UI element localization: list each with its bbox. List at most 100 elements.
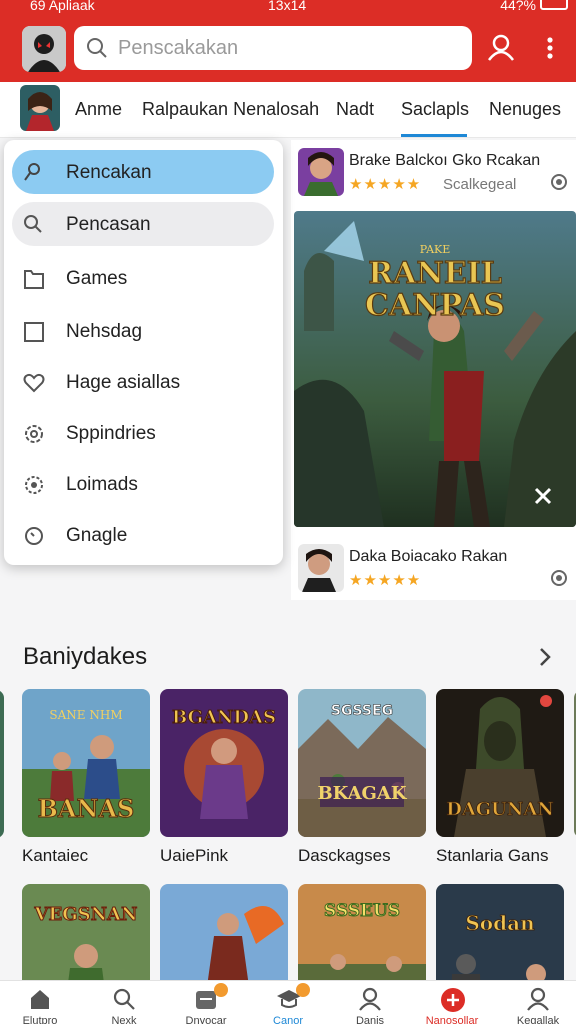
square-icon [24, 322, 44, 342]
game-tile-label: Stanlaria Gans [436, 846, 549, 865]
game-thumbnail [298, 544, 344, 592]
nav-label: Nexk [111, 1015, 137, 1024]
tab-nenuges[interactable]: Nenuges [489, 99, 561, 120]
tab-ralpaukan[interactable]: Ralpaukan Nenalosah [142, 99, 319, 120]
nav-item-elutpro[interactable]: Elutpro [4, 981, 76, 1024]
home-icon [31, 990, 49, 1009]
svg-text:Sodan: Sodan [465, 911, 535, 935]
menu-item-label: Rencakan [66, 162, 152, 183]
nav-item-kegallak[interactable]: Kegallak [502, 981, 574, 1024]
dropdown-menu: Rencakan Pencasan Games Nehsdag Hage asi… [4, 140, 283, 565]
section-title: Baniydakes [23, 643, 148, 670]
tab-thumbnail[interactable] [20, 85, 60, 131]
featured-top-row[interactable]: Brake Balckoı Gko Rcakan ★★★★★ Scalkegea… [291, 140, 576, 200]
menu-item-pencasan[interactable]: Pencasan [4, 202, 283, 246]
menu-item-label: Games [66, 268, 128, 289]
more-vertical-icon[interactable] [544, 36, 556, 62]
game-tile-partial[interactable] [0, 690, 4, 838]
game-tile[interactable]: SANE NHM BANAS [22, 689, 150, 837]
nav-item-nexk[interactable]: Nexk [88, 981, 160, 1024]
search-icon [113, 988, 135, 1010]
game-tile-label: UaiePink [160, 846, 229, 865]
game-tile-label: Dasckagses [298, 846, 391, 865]
tab-anme[interactable]: Anme [75, 99, 122, 120]
tab-nadt[interactable]: Nadt [336, 99, 374, 120]
svg-text:BANAS: BANAS [38, 794, 135, 823]
profile-icon [527, 987, 549, 1011]
menu-item-label: Gnagle [66, 525, 128, 546]
folder-icon [24, 270, 44, 289]
svg-text:SANE NHM: SANE NHM [49, 708, 122, 722]
nav-label: Elutpro [22, 1015, 58, 1024]
nav-item-canor[interactable]: Canor [252, 981, 324, 1024]
status-bar: 69 Apliaak 13x14 44?% [0, 0, 576, 16]
menu-item-loimads[interactable]: Loimads [4, 462, 283, 506]
nav-label: Kegallak [516, 1015, 560, 1024]
app-header: 69 Apliaak 13x14 44?% Penscakakan [0, 0, 576, 82]
nav-item-nanosollar[interactable]: Nanosollar [416, 981, 488, 1024]
rating-stars: ★★★★★ [349, 572, 422, 589]
plus-circle-icon [441, 988, 465, 1012]
app-screen: 69 Apliaak 13x14 44?% Penscakakan Anme R… [0, 0, 576, 1024]
gear-icon [25, 425, 43, 443]
nav-label: Danis [355, 1015, 385, 1024]
svg-text:SGSSEG: SGSSEG [331, 703, 393, 719]
clock-icon [25, 527, 43, 545]
game-tile[interactable]: DAGUNAN [436, 689, 564, 837]
svg-text:VEGSNAN: VEGSNAN [34, 904, 138, 925]
chevron-right-icon[interactable] [538, 647, 552, 667]
account-icon[interactable] [487, 34, 515, 62]
active-tab-indicator [401, 134, 467, 137]
search-icon [87, 38, 107, 58]
featured-top-title: Brake Balckoı Gko Rcakan [349, 152, 541, 169]
notification-badge [214, 983, 228, 997]
svg-text:SSSEUS: SSSEUS [324, 901, 400, 921]
svg-text:BKAGAK: BKAGAK [317, 783, 407, 804]
menu-item-nehsdag[interactable]: Nehsdag [4, 309, 283, 353]
options-icon[interactable] [551, 570, 567, 586]
banner-title-line1: RANEIL [368, 256, 502, 291]
status-left: 69 Apliaak [30, 0, 95, 13]
featured-bottom-row[interactable]: Daka Boiacako Rakan ★★★★★ [291, 536, 576, 596]
pin-icon [24, 163, 40, 181]
nav-label: Canor [273, 1015, 303, 1024]
featured-top-subtitle: Scalkegeal [443, 176, 517, 193]
category-tabs: Anme Ralpaukan Nenalosah Nadt Saclapls N… [0, 82, 576, 138]
tab-saclapls[interactable]: Saclapls [401, 99, 469, 120]
search-input[interactable]: Penscakakan [74, 26, 472, 70]
user-avatar[interactable] [22, 26, 66, 72]
featured-banner[interactable]: PAKE RANEIL CANPAS [294, 211, 576, 527]
settings-icon [25, 476, 43, 494]
menu-item-games[interactable]: Games [4, 256, 283, 300]
svg-text:DAGUNAN: DAGUNAN [446, 799, 554, 820]
bottom-navigation: Elutpro Nexk Dnyocar Canor Danis Nanosol… [0, 980, 576, 1024]
search-icon [24, 215, 42, 233]
menu-item-label: Nehsdag [66, 321, 143, 342]
menu-item-hage-asiallas[interactable]: Hage asiallas [4, 360, 283, 404]
notification-badge [296, 983, 310, 997]
game-tile[interactable]: BGANDAS [160, 689, 288, 837]
options-icon[interactable] [551, 174, 567, 190]
featured-bottom-title: Daka Boiacako Rakan [349, 548, 508, 565]
rating-stars: ★★★★★ [349, 176, 422, 193]
heart-icon [23, 373, 45, 393]
nav-item-danis[interactable]: Danis [334, 981, 406, 1024]
menu-item-rencakan[interactable]: Rencakan [4, 150, 283, 194]
status-battery-text: 44?% [500, 0, 536, 13]
game-tile-label: Kantaiec [22, 846, 89, 865]
banner-title-line2: CANPAS [365, 288, 505, 323]
nav-label: Dnyocar [185, 1015, 227, 1024]
menu-item-label: Hage asiallas [66, 372, 181, 393]
status-clock: 13x14 [268, 0, 307, 13]
nav-item-dnyocar[interactable]: Dnyocar [170, 981, 242, 1024]
game-thumbnail [298, 148, 344, 196]
menu-item-gnagle[interactable]: Gnagle [4, 513, 283, 557]
banner-tag: PAKE [420, 243, 451, 256]
menu-item-sppindries[interactable]: Sppindries [4, 411, 283, 455]
svg-text:BGANDAS: BGANDAS [172, 707, 276, 728]
menu-item-label: Sppindries [66, 423, 156, 444]
menu-item-label: Pencasan [66, 214, 151, 235]
search-placeholder: Penscakakan [118, 37, 239, 59]
nav-label: Nanosollar [425, 1015, 479, 1024]
game-tile[interactable]: SGSSEG BKAGAK [298, 689, 426, 837]
